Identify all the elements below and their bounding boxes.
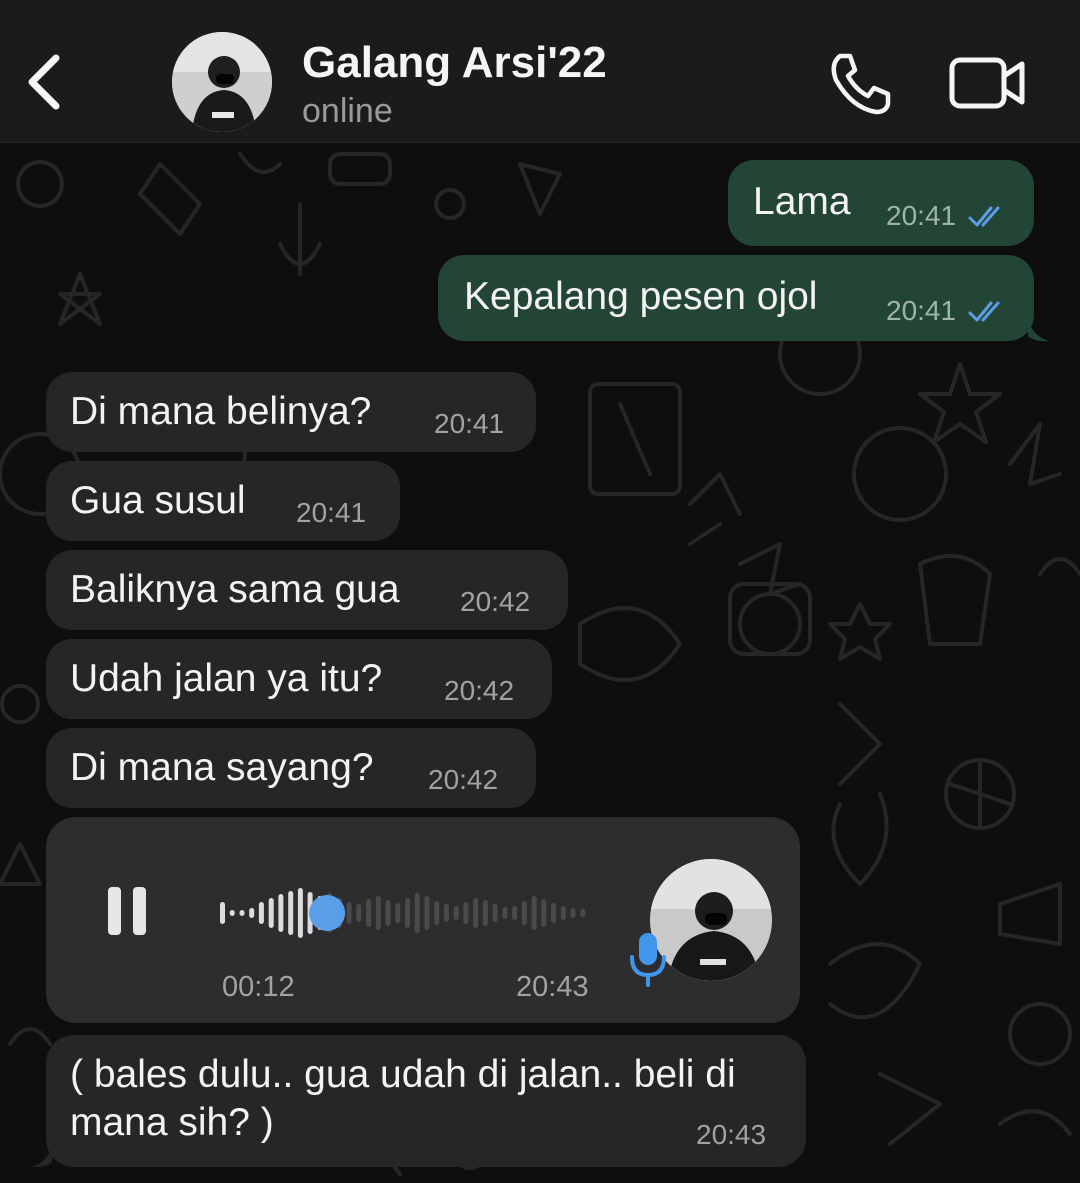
message-bubble-incoming[interactable]: Di mana sayang? 20:42 — [46, 728, 536, 808]
waveform-bar — [551, 903, 557, 923]
waveform-bar — [278, 894, 284, 932]
message-time: 20:43 — [696, 1119, 767, 1150]
message-time: 20:41 — [886, 200, 957, 231]
waveform-bar — [560, 906, 566, 920]
waveform-bar — [492, 904, 498, 922]
read-ticks-icon — [968, 301, 1000, 322]
voice-note-duration: 00:12 — [222, 971, 295, 1003]
video-call-button[interactable] — [948, 56, 1028, 110]
waveform-bar — [443, 904, 449, 922]
waveform-bar — [434, 901, 440, 925]
message-text: Kepalang pesen ojol — [464, 275, 818, 318]
waveform-bar — [220, 902, 225, 924]
message-text: Baliknya sama gua — [70, 568, 400, 611]
pause-icon — [108, 887, 146, 935]
message-text: ( bales dulu.. gua udah di jalan.. beli … — [70, 1053, 736, 1144]
contact-avatar[interactable] — [172, 32, 272, 132]
waveform-bar — [482, 900, 488, 926]
waveform-bar — [249, 908, 255, 918]
waveform-bar — [512, 906, 518, 920]
voice-note-message[interactable]: 00:12 20:43 — [46, 817, 800, 1023]
bubble-tail — [30, 1146, 52, 1168]
contact-name[interactable]: Galang Arsi'22 — [302, 38, 607, 88]
waveform-bar — [268, 898, 274, 928]
message-bubble-outgoing[interactable]: Lama 20:41 — [728, 160, 1034, 246]
waveform-bar — [453, 906, 459, 920]
microphone-icon — [630, 933, 666, 987]
waveform-bar — [414, 893, 420, 933]
waveform-bar — [356, 904, 362, 922]
waveform-bar — [473, 898, 479, 928]
waveform-bar — [288, 891, 294, 935]
message-text: Di mana sayang? — [70, 746, 374, 789]
message-time: 20:41 — [296, 497, 367, 528]
waveform-bar — [531, 896, 537, 930]
message-text: Lama — [753, 180, 851, 223]
waveform-bar — [297, 888, 303, 938]
waveform-bar — [375, 896, 381, 930]
chat-area[interactable]: Lama 20:41 Kepalang pesen ojol 20:41 Di … — [0, 144, 1080, 1183]
message-bubble-incoming[interactable]: Gua susul 20:41 — [46, 461, 400, 541]
waveform-bar — [366, 899, 372, 927]
waveform-bar — [229, 910, 235, 916]
message-text: Gua susul — [70, 479, 246, 522]
waveform-bar — [541, 899, 547, 927]
voice-call-button[interactable] — [826, 50, 892, 116]
pause-button[interactable] — [106, 885, 148, 937]
playhead-dot[interactable] — [309, 895, 346, 931]
chat-header: Galang Arsi'22 online — [0, 0, 1080, 143]
waveform-bar — [424, 896, 430, 930]
message-bubble-incoming[interactable]: ( bales dulu.. gua udah di jalan.. beli … — [46, 1035, 806, 1167]
waveform-bar — [239, 910, 245, 916]
waveform-bar — [258, 902, 264, 924]
waveform-bar — [346, 902, 352, 924]
voice-note-time: 20:43 — [516, 971, 589, 1003]
waveform-bar — [502, 907, 508, 919]
chevron-left-icon — [28, 54, 60, 110]
waveform-bar — [395, 903, 401, 923]
waveform-bar — [521, 901, 527, 925]
message-time: 20:42 — [428, 764, 499, 795]
bubble-tail — [1028, 320, 1050, 342]
waveform-bar — [570, 908, 576, 918]
message-time: 20:42 — [444, 675, 515, 706]
read-ticks-icon — [968, 206, 1000, 227]
voice-waveform[interactable] — [218, 881, 588, 945]
phone-icon — [831, 53, 891, 115]
waveform-bar — [463, 902, 469, 924]
message-bubble-incoming[interactable]: Udah jalan ya itu? 20:42 — [46, 639, 552, 719]
message-text: Di mana belinya? — [70, 390, 372, 433]
message-time: 20:42 — [460, 586, 531, 617]
video-camera-icon — [949, 57, 1025, 109]
waveform-bar — [405, 898, 410, 928]
message-text: Udah jalan ya itu? — [70, 657, 383, 700]
contact-status: online — [302, 92, 393, 130]
message-bubble-incoming[interactable]: Baliknya sama gua 20:42 — [46, 550, 568, 630]
message-time: 20:41 — [434, 408, 505, 439]
back-button[interactable] — [22, 50, 72, 114]
waveform-bar — [385, 900, 391, 926]
waveform-bar — [580, 909, 586, 917]
message-bubble-incoming[interactable]: Di mana belinya? 20:41 — [46, 372, 536, 452]
message-bubble-outgoing[interactable]: Kepalang pesen ojol 20:41 — [438, 255, 1034, 341]
message-time: 20:41 — [886, 295, 957, 326]
